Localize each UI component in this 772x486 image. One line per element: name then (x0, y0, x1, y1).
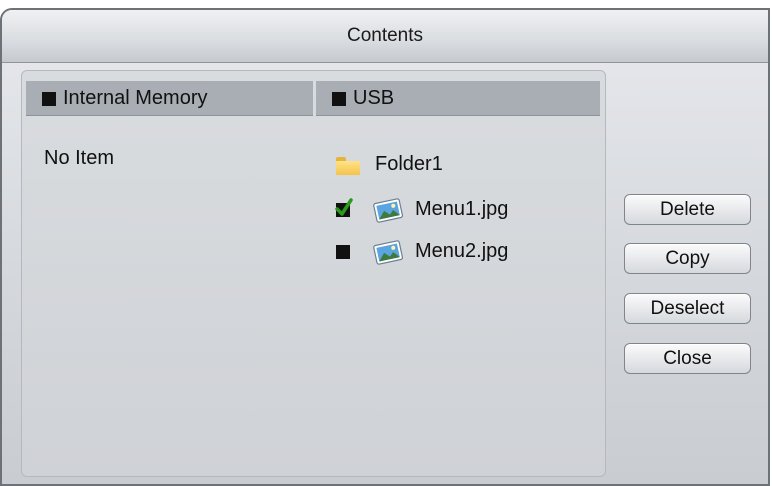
column-label-usb: USB (353, 87, 395, 109)
usb-item-menu2[interactable]: Menu2.jpg (334, 238, 554, 268)
column-internal-memory[interactable]: Internal Memory (26, 81, 313, 116)
column-label-internal-memory: Internal Memory (63, 87, 208, 109)
column-marker-icon (42, 92, 56, 106)
folder-icon (336, 157, 360, 175)
column-usb[interactable]: USB (316, 81, 600, 116)
copy-button[interactable]: Copy (624, 243, 751, 274)
window-title: Contents (346, 25, 424, 46)
image-file-icon (372, 196, 404, 224)
usb-item-folder1[interactable]: Folder1 (334, 151, 534, 181)
delete-button[interactable]: Delete (624, 194, 751, 225)
usb-item-label: Menu2.jpg (415, 240, 509, 262)
image-file-icon (372, 238, 404, 266)
file-browser-panel: Internal Memory USB No Item Folder1 Menu… (21, 70, 606, 477)
unchecked-checkbox-icon[interactable] (336, 245, 350, 259)
deselect-button[interactable]: Deselect (624, 293, 751, 324)
usb-item-menu1[interactable]: Menu1.jpg (334, 196, 554, 226)
internal-memory-empty-text: No Item (44, 147, 115, 169)
close-button[interactable]: Close (624, 343, 751, 374)
usb-item-label: Folder1 (375, 153, 443, 175)
column-marker-icon (332, 92, 346, 106)
usb-item-label: Menu1.jpg (415, 198, 509, 220)
checked-checkbox-icon[interactable] (335, 198, 353, 217)
title-bar: Contents (2, 10, 768, 63)
